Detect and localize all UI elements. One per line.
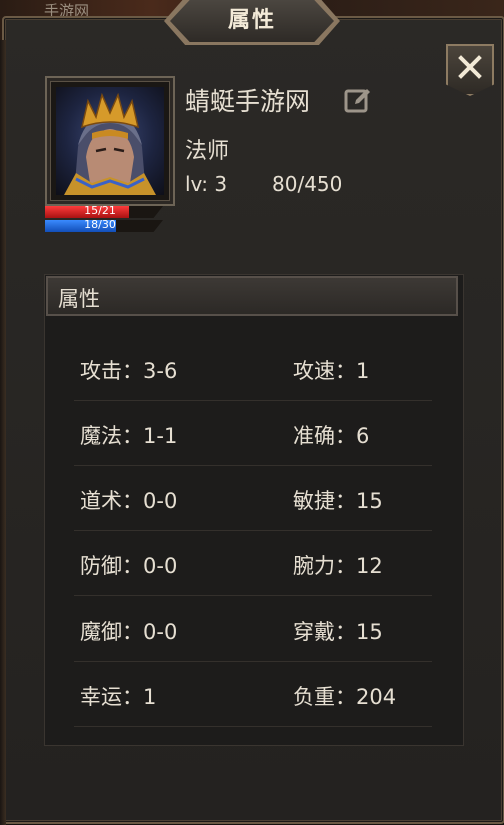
window-title: 属性 (227, 8, 276, 33)
stat-wear: 穿戴：15 (293, 620, 383, 644)
close-icon (458, 55, 482, 79)
stat-row: 攻击：3-6 攻速：1 (74, 336, 432, 401)
character-name: 蜻蜓手游网 (185, 87, 311, 116)
character-exp: 80/450 (272, 172, 343, 196)
character-level: lv: 3 (185, 172, 228, 196)
character-class: 法师 (185, 139, 230, 164)
stat-attack: 攻击：3-6 (80, 359, 178, 383)
section-title: 属性 (58, 287, 100, 311)
character-portrait-icon (64, 92, 156, 195)
stat-attack-speed: 攻速：1 (293, 359, 370, 383)
stat-magic-defense: 魔御：0-0 (80, 620, 178, 644)
mp-bar: 18/30 (45, 220, 163, 232)
stat-magic: 魔法：1-1 (80, 424, 178, 448)
stat-row: 防御：0-0 腕力：12 (74, 531, 432, 596)
stat-row: 道术：0-0 敏捷：15 (74, 466, 432, 531)
window-left-edge (0, 40, 6, 825)
edit-icon[interactable] (343, 86, 373, 116)
avatar-frame (45, 76, 175, 206)
stat-carry-weight: 负重：204 (293, 685, 397, 709)
stat-defense: 防御：0-0 (80, 554, 178, 578)
stat-taoism: 道术：0-0 (80, 489, 178, 513)
hp-bar: 15/21 (45, 206, 163, 218)
stat-row: 幸运：1 负重：204 (74, 662, 432, 727)
stat-accuracy: 准确：6 (293, 424, 370, 448)
stat-row: 魔法：1-1 准确：6 (74, 401, 432, 466)
attributes-section-header: 属性 (46, 276, 458, 316)
avatar (56, 87, 164, 195)
stat-agility: 敏捷：15 (293, 489, 383, 513)
stat-row: 魔御：0-0 穿戴：15 (74, 597, 432, 662)
stat-luck: 幸运：1 (80, 685, 157, 709)
stat-wrist-strength: 腕力：12 (293, 554, 383, 578)
